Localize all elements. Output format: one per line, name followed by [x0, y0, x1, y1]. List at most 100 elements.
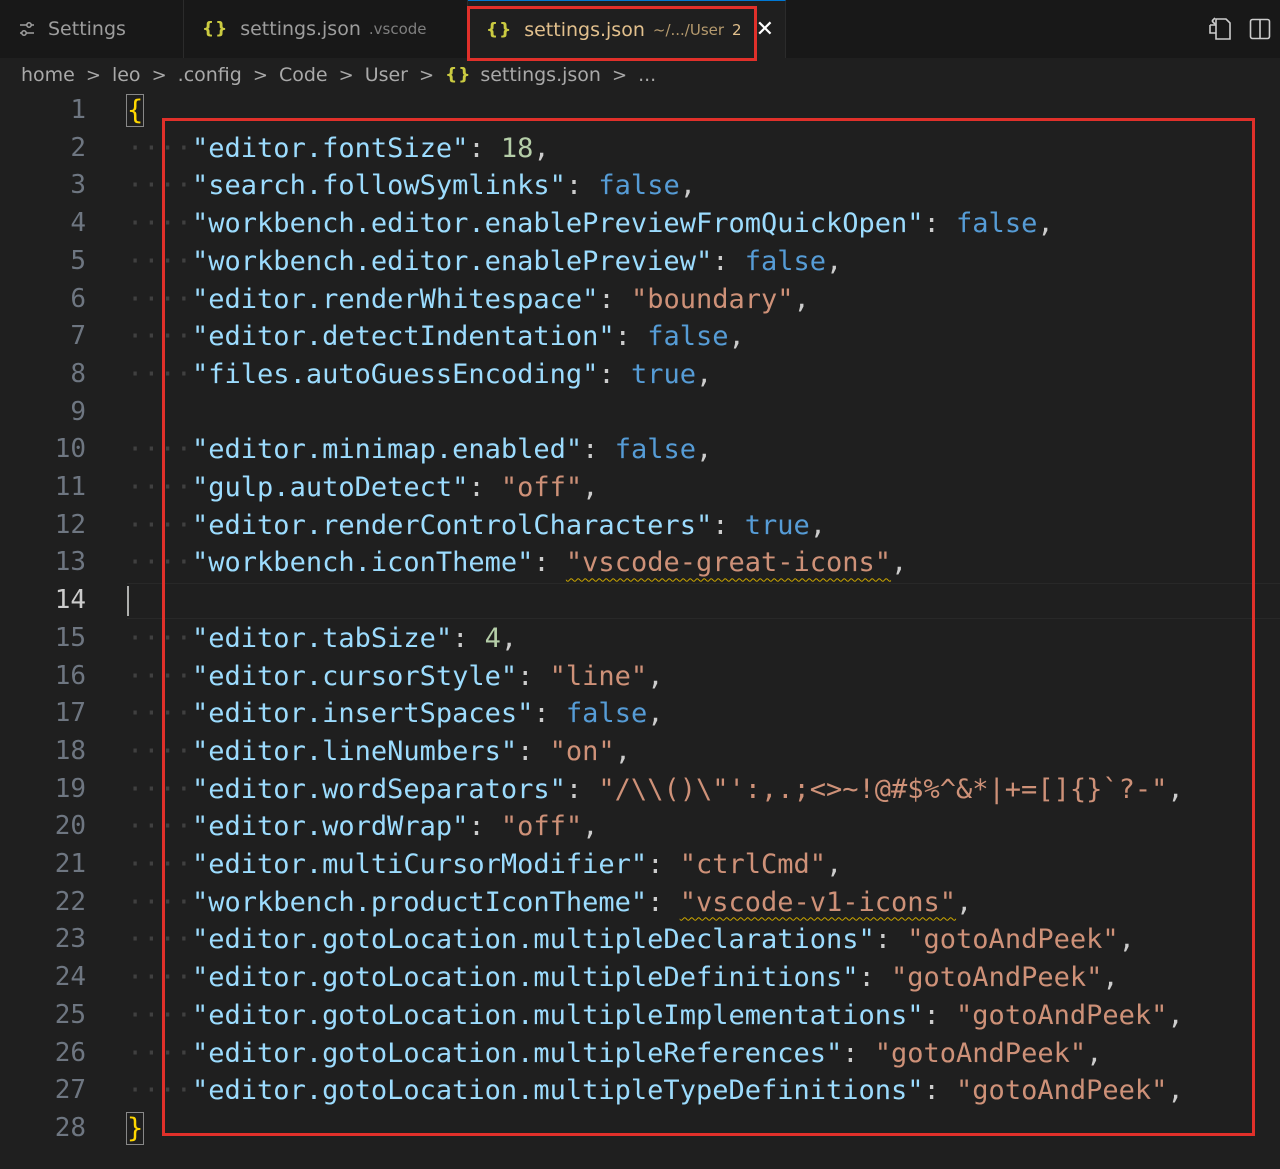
code-line[interactable]: ····"editor.wordSeparators": "/\\()\"':,…	[127, 771, 1184, 809]
line-number[interactable]: 28	[0, 1110, 86, 1148]
json-value: "off"	[500, 472, 583, 503]
code-line[interactable]: ····"files.autoGuessEncoding": true,	[127, 356, 712, 394]
code-line[interactable]: ····"editor.wordWrap": "off",	[127, 808, 598, 846]
breadcrumb-segment[interactable]: .config	[178, 64, 242, 86]
code-line[interactable]: {	[125, 92, 145, 130]
line-number[interactable]: 22	[0, 884, 86, 922]
breadcrumb-segment[interactable]: ...	[638, 64, 656, 86]
code-line[interactable]: ····"editor.multiCursorModifier": "ctrlC…	[127, 846, 842, 884]
json-comma: ,	[695, 358, 713, 390]
code-editor[interactable]: 1 {2 ····"editor.fontSize": 18, 3 ····"searc…	[0, 92, 1280, 1169]
json-comma: ,	[582, 811, 599, 843]
editor-tab-bar: Settings {} settings.json .vscode {} set…	[0, 0, 1280, 58]
json-colon: :	[517, 660, 550, 692]
json-colon: :	[565, 170, 599, 202]
code-line[interactable]: ····"editor.cursorStyle": "line",	[127, 658, 663, 696]
line-number[interactable]: 27	[0, 1072, 86, 1110]
json-key: "editor.gotoLocation.multipleDefinitions…	[192, 962, 859, 994]
code-line[interactable]: ····"editor.insertSpaces": false,	[127, 695, 663, 733]
line-number[interactable]: 17	[0, 695, 86, 733]
json-colon: :	[468, 811, 501, 843]
line-number[interactable]: 23	[0, 921, 86, 959]
code-line[interactable]: }	[125, 1110, 145, 1148]
split-editor-icon[interactable]	[1240, 9, 1280, 49]
code-line[interactable]: ····"editor.renderWhitespace": "boundary…	[127, 281, 810, 319]
current-line-highlight	[127, 583, 1280, 620]
line-number[interactable]: 25	[0, 997, 86, 1035]
line-number[interactable]: 21	[0, 846, 86, 884]
breadcrumb-segment[interactable]: User	[365, 64, 408, 86]
code-line[interactable]: ····"workbench.editor.enablePreviewFromQ…	[127, 205, 1054, 243]
code-line[interactable]: ····"editor.tabSize": 4,	[127, 620, 517, 658]
line-number[interactable]: 4	[0, 205, 86, 243]
tab-settings-ui[interactable]: Settings	[0, 0, 184, 58]
code-line[interactable]: ····"workbench.iconTheme": "vscode-great…	[127, 544, 907, 582]
open-changes-icon[interactable]	[1200, 9, 1240, 49]
line-number[interactable]: 12	[0, 507, 86, 545]
code-line[interactable]: ····"editor.detectIndentation": false,	[127, 318, 745, 356]
code-line[interactable]: ····"editor.gotoLocation.multipleImpleme…	[127, 997, 1184, 1035]
tab-workspace-settings-json[interactable]: {} settings.json .vscode	[184, 0, 468, 58]
line-number[interactable]: 15	[0, 620, 86, 658]
json-comma: ,	[1167, 1075, 1184, 1107]
line-number[interactable]: 5	[0, 243, 86, 281]
line-number[interactable]: 6	[0, 281, 86, 319]
whitespace-indent-dots: ····	[127, 773, 193, 805]
code-line[interactable]: ····"gulp.autoDetect": "off",	[127, 469, 598, 507]
json-comma: ,	[1102, 962, 1119, 994]
code-line[interactable]: ····"editor.gotoLocation.multipleReferen…	[127, 1035, 1102, 1073]
code-line[interactable]: ····"search.followSymlinks": false,	[127, 167, 696, 205]
tab-label: Settings	[48, 18, 126, 40]
json-braces-icon: {}	[486, 19, 513, 40]
code-line[interactable]: ····"editor.gotoLocation.multipleTypeDef…	[127, 1072, 1184, 1110]
line-number[interactable]: 19	[0, 771, 86, 809]
json-key: "editor.gotoLocation.multipleDeclaration…	[192, 924, 875, 956]
line-number[interactable]: 24	[0, 959, 86, 997]
line-number[interactable]: 11	[0, 469, 86, 507]
line-number[interactable]: 18	[0, 733, 86, 771]
line-number[interactable]: 9	[0, 394, 86, 432]
code-line[interactable]: ····"editor.gotoLocation.multipleDefinit…	[127, 959, 1119, 997]
json-key: "workbench.iconTheme"	[192, 547, 534, 579]
line-number[interactable]: 10	[0, 431, 86, 469]
tab-user-settings-json[interactable]: {} settings.json ~/.../User 2 ✕	[468, 0, 786, 58]
breadcrumb-segment[interactable]: Code	[279, 64, 328, 86]
json-colon: :	[923, 1075, 957, 1107]
json-key: "editor.wordSeparators"	[192, 773, 566, 805]
whitespace-indent-dots: ····	[127, 321, 193, 353]
json-comma: ,	[1086, 1037, 1103, 1069]
code-line[interactable]: ····"workbench.productIconTheme": "vscod…	[127, 884, 972, 922]
line-number[interactable]: 8	[0, 356, 86, 394]
code-line[interactable]: ····"editor.lineNumbers": "on",	[127, 733, 631, 771]
line-number[interactable]: 20	[0, 808, 86, 846]
line-number[interactable]: 14	[0, 582, 86, 620]
breadcrumb-separator-icon: >	[151, 64, 167, 86]
line-number[interactable]: 2	[0, 130, 86, 168]
code-line[interactable]: ····"editor.gotoLocation.multipleDeclara…	[127, 921, 1135, 959]
json-value: "gotoAndPeek"	[891, 962, 1103, 994]
close-tab-icon[interactable]: ✕	[756, 17, 774, 42]
code-line[interactable]: ····"editor.minimap.enabled": false,	[127, 431, 712, 469]
line-number[interactable]: 7	[0, 318, 86, 356]
json-braces-icon: {}	[202, 19, 229, 39]
breadcrumb-segment[interactable]: home	[21, 64, 75, 86]
code-line[interactable]: ····"editor.renderControlCharacters": tr…	[127, 507, 826, 545]
line-number[interactable]: 1	[0, 92, 86, 130]
line-number[interactable]: 13	[0, 544, 86, 582]
breadcrumb-separator-icon: >	[252, 64, 268, 86]
whitespace-indent-dots: ····	[127, 924, 193, 956]
json-value: true	[744, 509, 810, 541]
line-number[interactable]: 26	[0, 1035, 86, 1073]
json-key: "editor.tabSize"	[192, 622, 453, 654]
breadcrumb-segment[interactable]: leo	[112, 64, 141, 86]
line-number[interactable]: 3	[0, 167, 86, 205]
json-comma: ,	[647, 660, 664, 692]
breadcrumb-separator-icon: >	[85, 64, 101, 86]
breadcrumb-segment[interactable]: settings.json	[480, 64, 601, 86]
code-line[interactable]: ····"editor.fontSize": 18,	[127, 130, 550, 168]
json-value: "line"	[549, 660, 648, 692]
line-number[interactable]: 16	[0, 658, 86, 696]
json-comma: ,	[1167, 999, 1184, 1031]
code-line[interactable]: ····"workbench.editor.enablePreview": fa…	[127, 243, 842, 281]
json-value: "vscode-great-icons"	[565, 547, 892, 579]
